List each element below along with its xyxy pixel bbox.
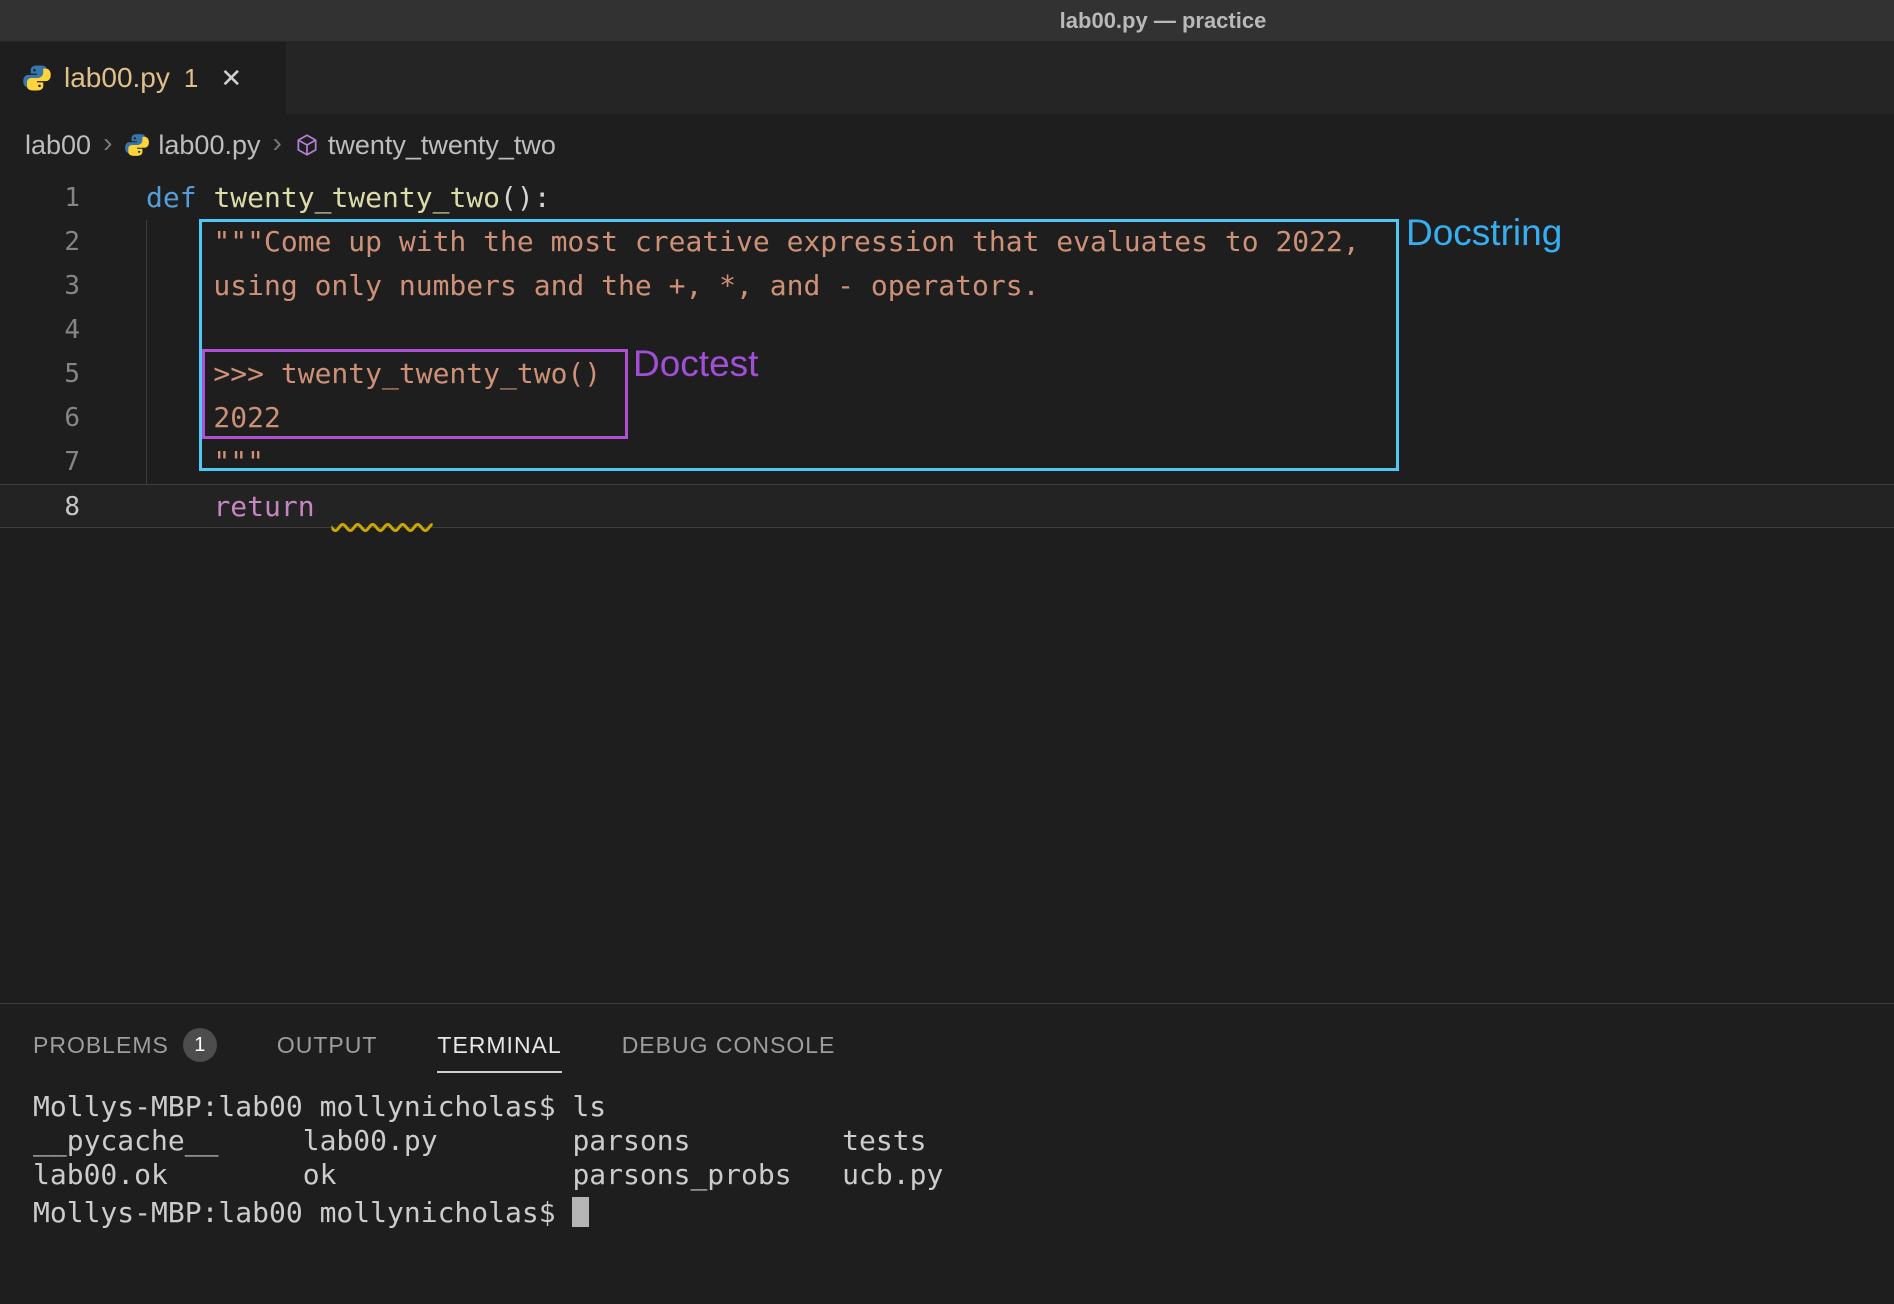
code-text: using only numbers and the +, *, and - o… — [146, 264, 1039, 308]
code-line: 8 return — [0, 484, 1894, 528]
bottom-panel: PROBLEMS 1 OUTPUT TERMINAL DEBUG CONSOLE Mol… — [0, 1003, 1894, 1304]
panel-tab-terminal[interactable]: TERMINAL — [437, 1032, 561, 1073]
panel-tab-problems[interactable]: PROBLEMS 1 — [33, 1028, 217, 1076]
line-number: 7 — [0, 440, 80, 484]
code-line: 6 2022 — [0, 396, 1894, 440]
line-number: 2 — [0, 220, 80, 264]
tab-lab00[interactable]: lab00.py 1 ✕ — [0, 42, 286, 114]
terminal-output[interactable]: Mollys-MBP:lab00 mollynicholas$ ls __pyc… — [33, 1090, 943, 1230]
panel-tab-label: DEBUG CONSOLE — [622, 1032, 836, 1059]
breadcrumb-file[interactable]: lab00.py — [158, 130, 260, 161]
window-title: lab00.py — practice — [1060, 8, 1267, 34]
python-icon — [124, 132, 150, 158]
code-line: 4 — [0, 308, 1894, 352]
line-number: 5 — [0, 352, 80, 396]
problems-count-badge: 1 — [183, 1028, 217, 1062]
symbol-module-icon — [294, 132, 320, 158]
line-number: 3 — [0, 264, 80, 308]
code-text: def twenty_twenty_two(): — [146, 176, 551, 220]
breadcrumb: lab00 › lab00.py › twenty_twenty_two — [0, 114, 1894, 176]
code-line: 3 using only numbers and the +, *, and -… — [0, 264, 1894, 308]
breadcrumb-folder[interactable]: lab00 — [25, 130, 91, 161]
tab-bar: lab00.py 1 ✕ — [0, 42, 1894, 114]
code-text: >>> twenty_twenty_two() — [146, 352, 601, 396]
breadcrumb-symbol[interactable]: twenty_twenty_two — [328, 130, 556, 161]
panel-tab-output[interactable]: OUTPUT — [277, 1032, 378, 1073]
editor-lines: 1def twenty_twenty_two():2 """Come up wi… — [0, 176, 1894, 528]
code-text: """Come up with the most creative expres… — [146, 220, 1360, 264]
python-icon — [22, 63, 52, 93]
code-editor[interactable]: 1def twenty_twenty_two():2 """Come up wi… — [0, 176, 1894, 1003]
code-line: 2 """Come up with the most creative expr… — [0, 220, 1894, 264]
line-number: 1 — [0, 176, 80, 220]
code-line: 1 def twenty_twenty_two(): — [0, 176, 1894, 220]
code-line: 5 >>> twenty_twenty_two() — [0, 352, 1894, 396]
chevron-right-icon: › — [273, 127, 282, 159]
line-number: 6 — [0, 396, 80, 440]
tab-label: lab00.py — [64, 62, 170, 94]
code-text: 2022 — [146, 396, 281, 440]
panel-tab-label: OUTPUT — [277, 1032, 378, 1059]
code-line: 7 """ — [0, 440, 1894, 484]
title-bar: lab00.py — practice — [0, 0, 1894, 42]
line-number: 4 — [0, 308, 80, 352]
panel-tab-label: TERMINAL — [437, 1032, 561, 1059]
chevron-right-icon: › — [103, 127, 112, 159]
terminal-cursor — [572, 1197, 589, 1227]
tab-problems-badge: 1 — [184, 63, 198, 94]
code-text: """ — [146, 440, 264, 484]
panel-tab-bar: PROBLEMS 1 OUTPUT TERMINAL DEBUG CONSOLE — [0, 1004, 1894, 1076]
line-number: 8 — [0, 485, 80, 527]
close-icon[interactable]: ✕ — [220, 63, 242, 94]
code-text: return — [146, 485, 433, 527]
panel-tab-label: PROBLEMS — [33, 1032, 169, 1059]
panel-tab-debug-console[interactable]: DEBUG CONSOLE — [622, 1032, 836, 1073]
